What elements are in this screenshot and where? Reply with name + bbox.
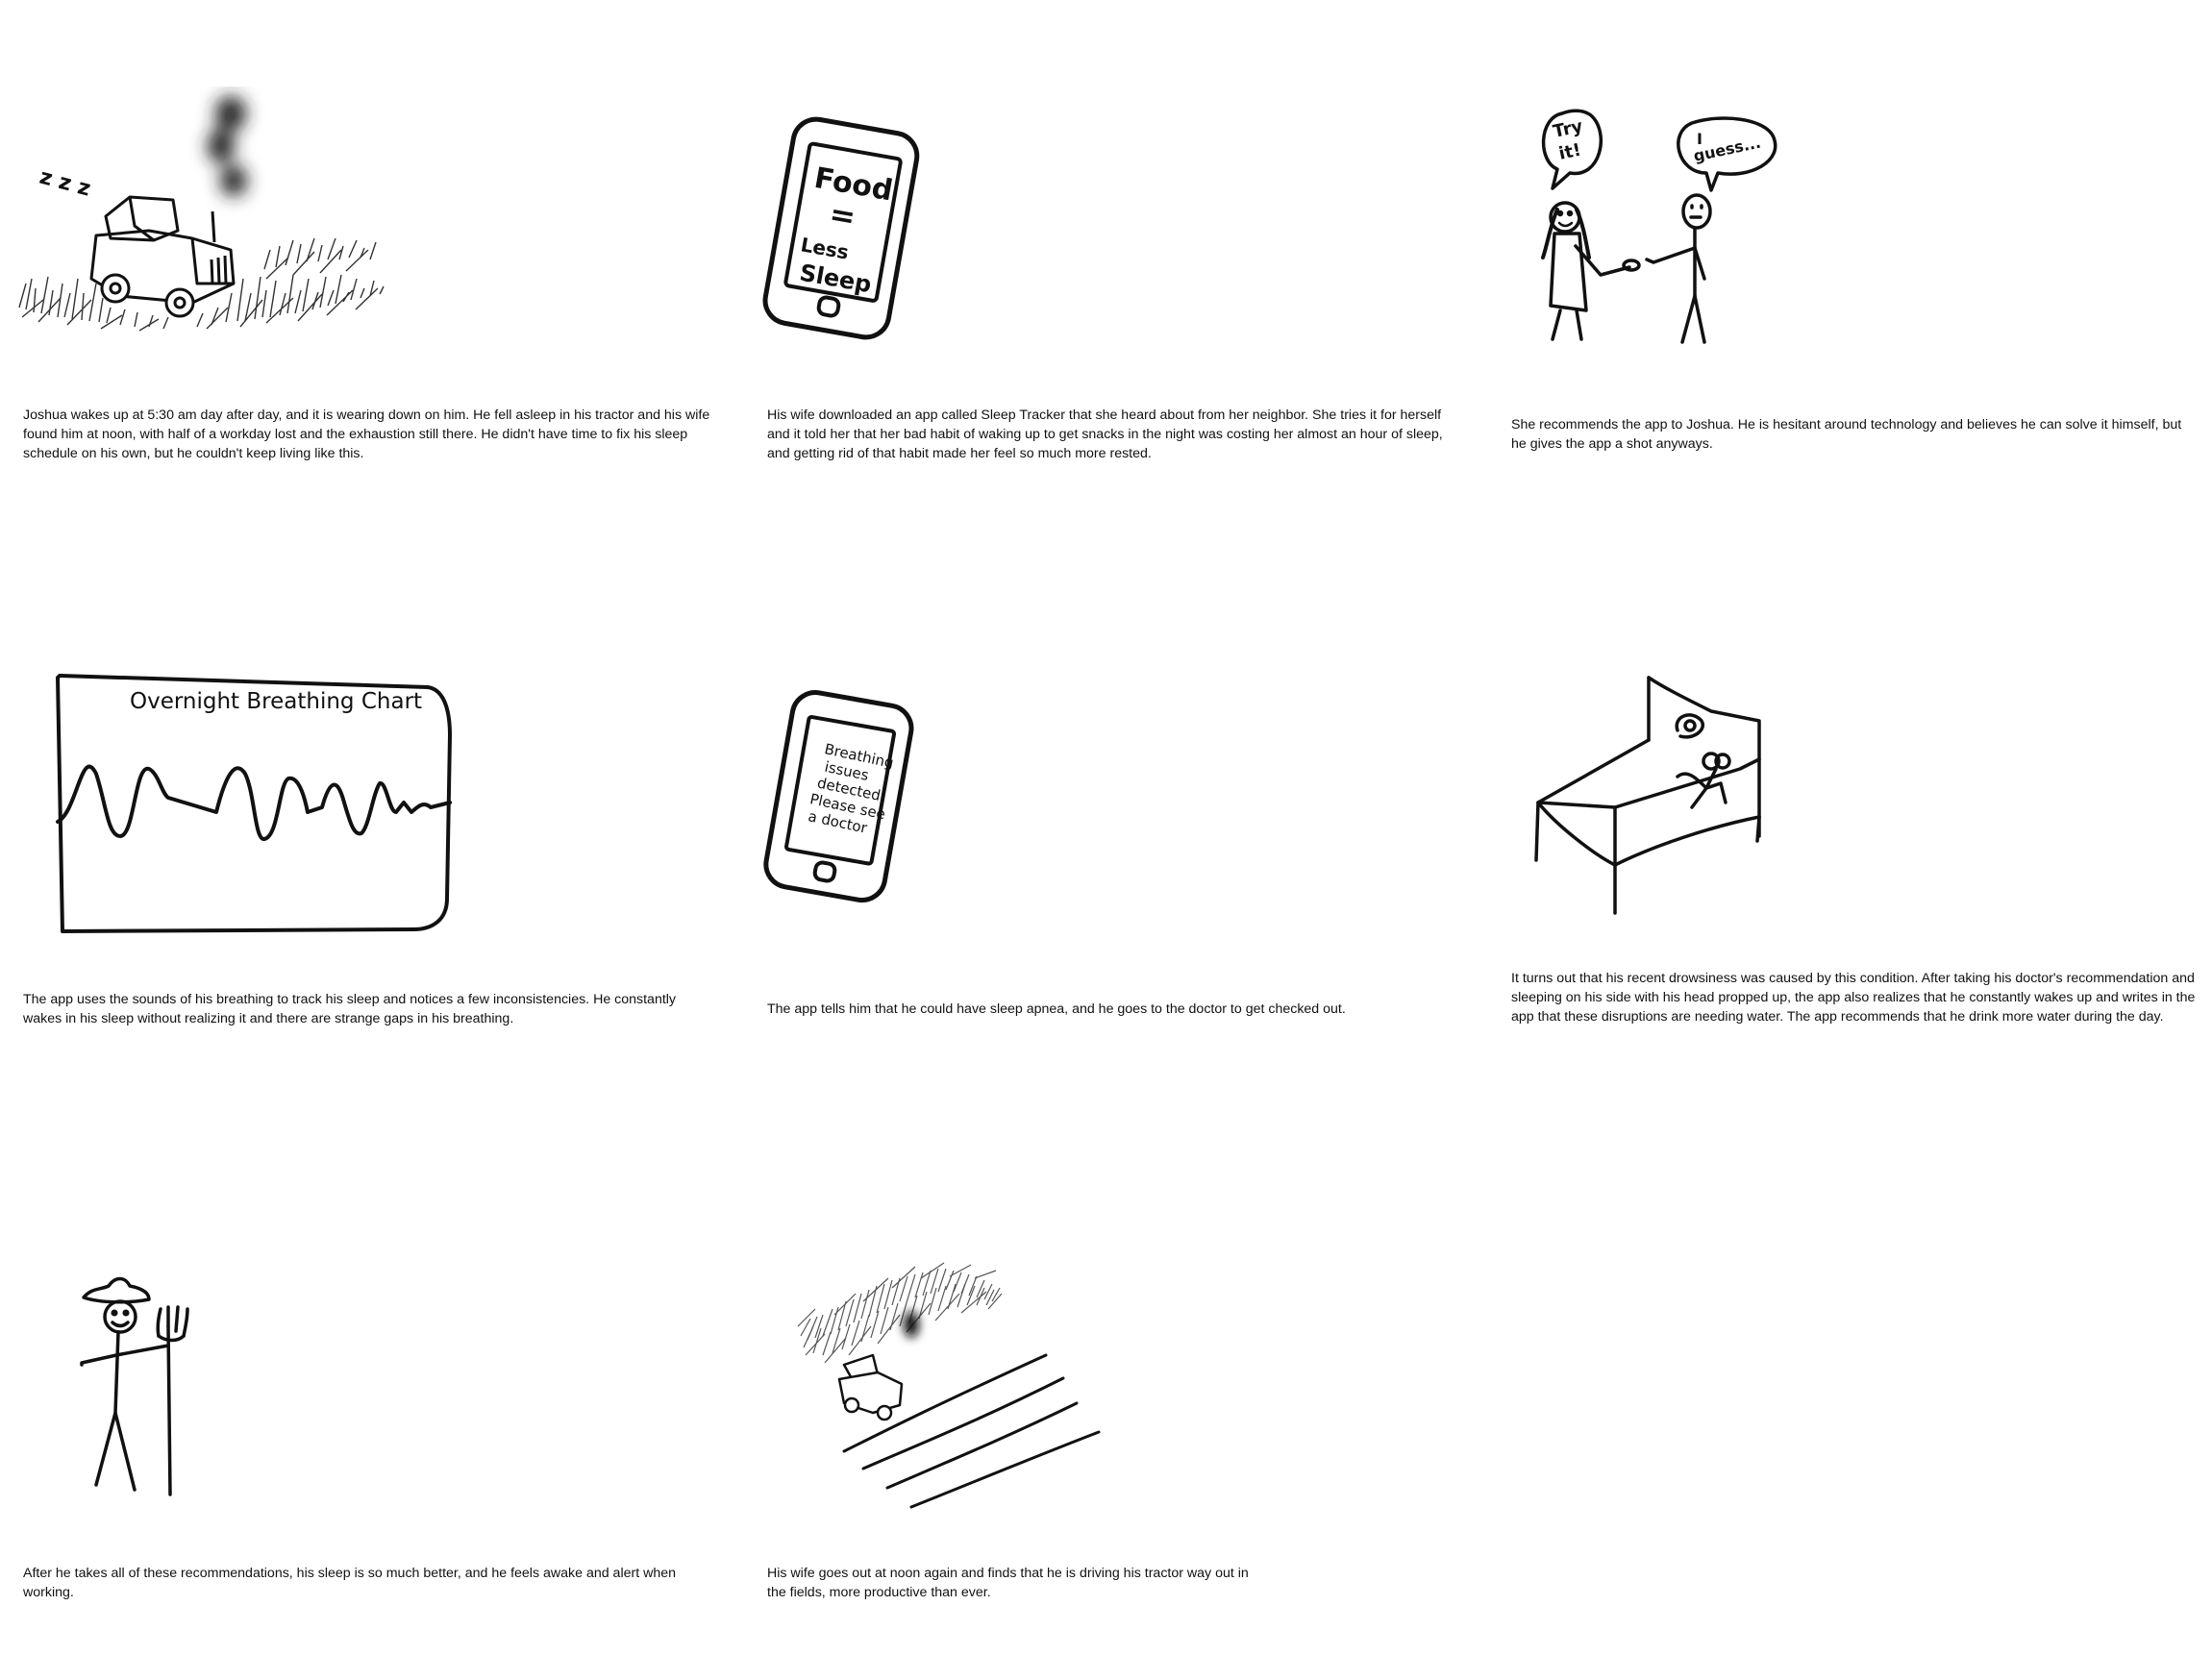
hat bbox=[82, 1276, 151, 1304]
panel-3-caption: She recommends the app to Joshua. He is … bbox=[1511, 417, 2182, 452]
wife-figure bbox=[1541, 201, 1641, 341]
panel-3-wife-joshua-drawing: Try it! I guess... bbox=[1541, 109, 1777, 344]
panel-1-tractor-drawing: z z z bbox=[18, 96, 385, 332]
smoke-cloud bbox=[208, 96, 247, 196]
wife-bubble-text-1: Try bbox=[1552, 116, 1585, 142]
pitchfork bbox=[156, 1305, 189, 1496]
panel-1-caption: Joshua wakes up at 5:30 am day after day… bbox=[23, 408, 710, 461]
panel-5-caption: The app tells him that he could have sle… bbox=[767, 1001, 1346, 1017]
joshua-figure bbox=[1645, 193, 1712, 344]
panel-4-breathing-chart-drawing: Overnight Breathing Chart bbox=[56, 674, 452, 933]
panel-6-caption: It turns out that his recent drowsiness … bbox=[1511, 971, 2196, 1025]
panel-2-caption: His wife downloaded an app called Sleep … bbox=[767, 408, 1443, 461]
breathing-line bbox=[56, 764, 452, 841]
smoke-cloud bbox=[904, 1311, 919, 1338]
pillow bbox=[1675, 713, 1705, 739]
panel-8-caption: His wife goes out at noon again and find… bbox=[767, 1566, 1249, 1600]
panel-6-bed-drawing bbox=[1534, 676, 1761, 915]
panel-7-caption: After he takes all of these recommendati… bbox=[23, 1566, 677, 1600]
panel-7-farmer-drawing bbox=[80, 1276, 189, 1496]
panel-4-caption: The app uses the sounds of his breathing… bbox=[23, 992, 677, 1026]
wife-bubble-text-2: it! bbox=[1557, 140, 1583, 164]
chart-title: Overnight Breathing Chart bbox=[130, 689, 422, 714]
phone-text-equals: = bbox=[827, 195, 858, 235]
snore-text: z z z bbox=[37, 165, 92, 202]
panel-5-phone-drawing: Breathing issues detected: Please see a … bbox=[763, 690, 914, 903]
tractor bbox=[837, 1353, 904, 1421]
crop-field bbox=[797, 1262, 1003, 1364]
farmer-figure bbox=[80, 1276, 170, 1492]
bed bbox=[1534, 676, 1761, 915]
panel-2-phone-drawing: Food = Less Sleep bbox=[762, 116, 920, 340]
panel-8-field-drawing bbox=[797, 1262, 1101, 1509]
